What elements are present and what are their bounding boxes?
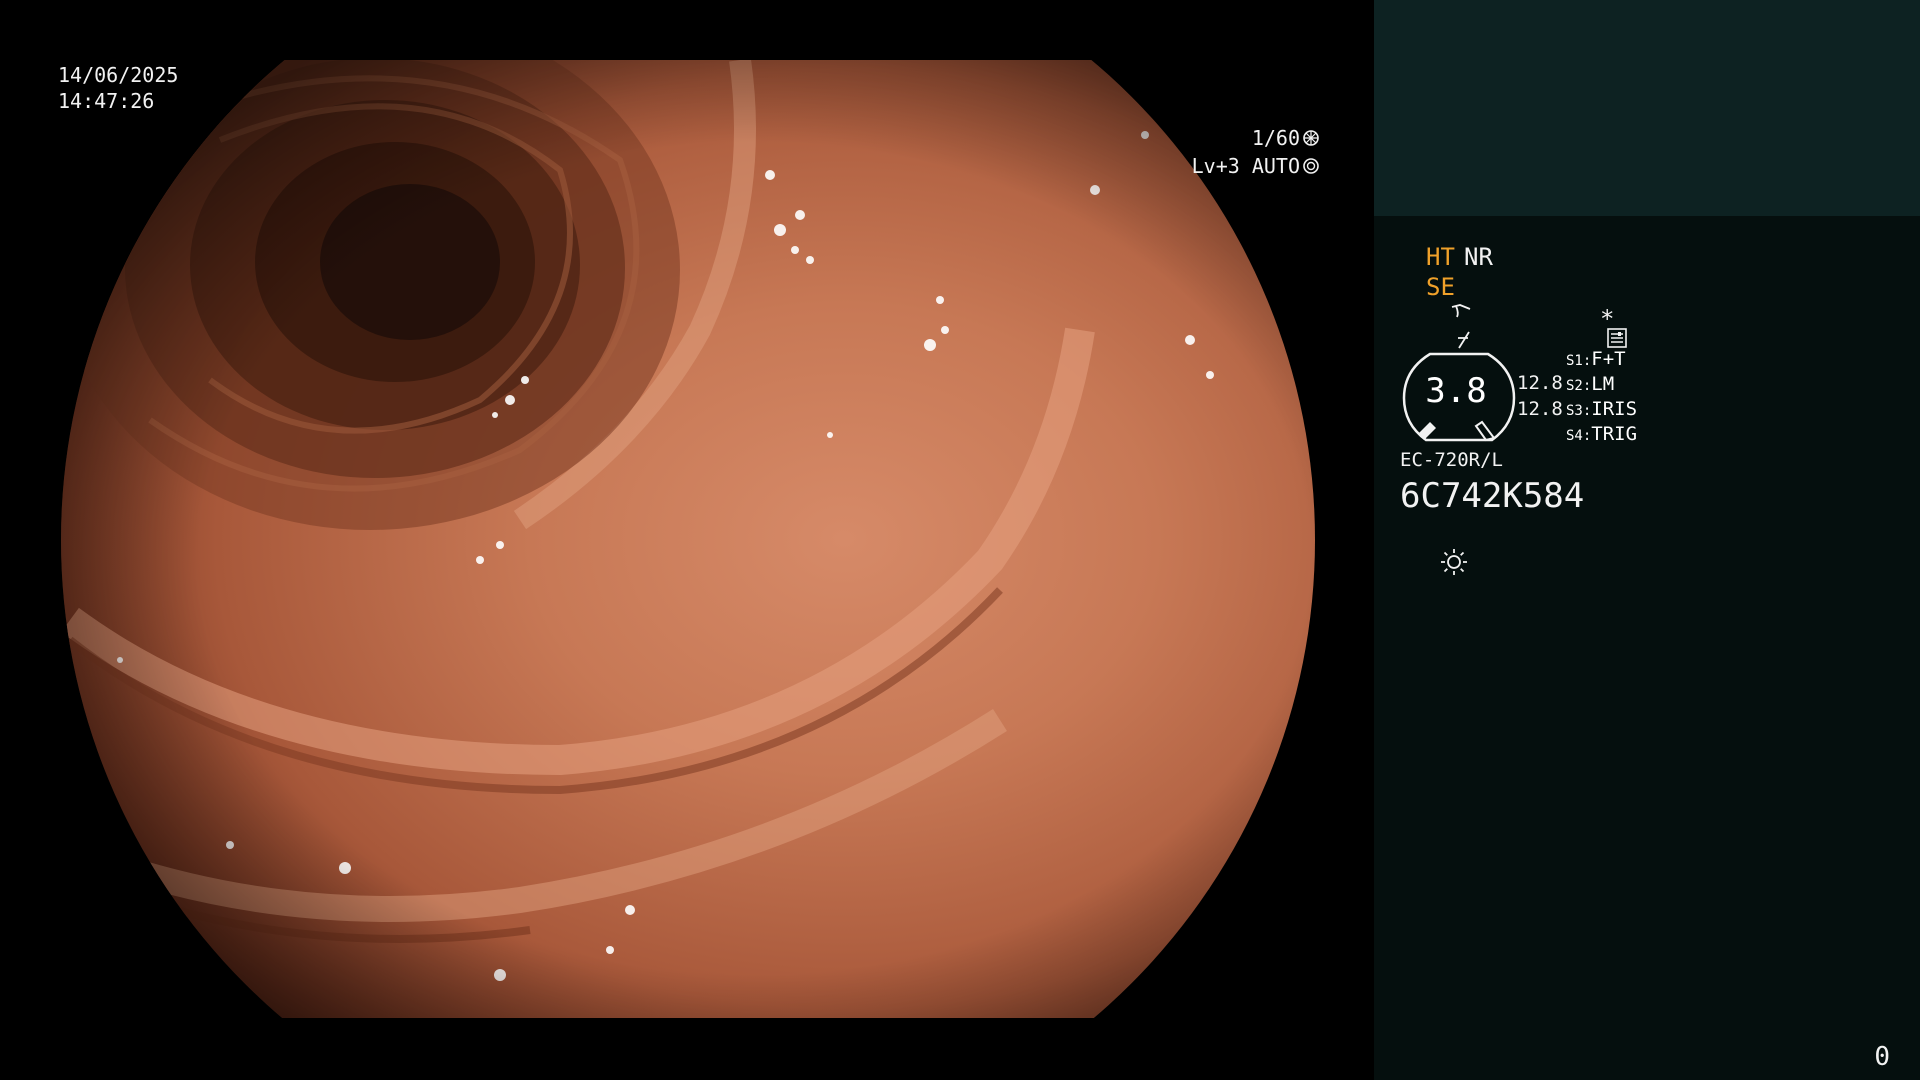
switch-row-2: S2:LM [1566,373,1614,395]
switch-value: TRIG [1591,423,1638,445]
asterisk-indicator: * [1600,305,1615,333]
brightness-level: Lv+3 [1191,154,1240,178]
auto-exposure-icon [1303,158,1319,174]
switch-row-4: S4:TRIG [1566,423,1637,445]
switch-value: LM [1591,373,1615,395]
switch-value: IRIS [1591,398,1638,420]
se-indicator: SE [1426,273,1455,301]
value-a: 12.8 [1517,372,1563,394]
scope-model: EC-720R/L [1400,449,1503,471]
frame-counter: 0 [1874,1042,1890,1072]
switch-row-3: S3:IRIS [1566,398,1637,420]
panel-header-block [1374,0,1920,216]
exposure-mode: AUTO [1251,154,1300,178]
time-readout: 14:47:26 [58,89,155,113]
switch-key: S4: [1566,428,1592,444]
exposure-row: Lv+3 AUTO [1143,126,1320,207]
ht-indicator: HT [1426,243,1455,271]
switch-key: S3: [1566,403,1592,419]
endoscope-video-area: 14/06/2025 14:47:26 1/60 Lv+3 AUTO [0,0,1374,1080]
switch-key: S1: [1566,353,1592,369]
date-readout: 14/06/2025 [58,63,179,87]
light-source-icon [1400,528,1469,600]
scope-serial-number: 6C742K584 [1400,476,1585,516]
gauge-value: 3.8 [1425,371,1487,411]
nr-indicator: NR [1464,243,1493,271]
switch-value: F+T [1591,348,1626,370]
status-panel: HT NR SE * 3.8 12.8 12.8 S1:F+T S2:LM S3… [1374,0,1920,1080]
value-b: 12.8 [1517,398,1563,420]
switch-key: S2: [1566,378,1592,394]
switch-row-1: S1:F+T [1566,348,1626,370]
